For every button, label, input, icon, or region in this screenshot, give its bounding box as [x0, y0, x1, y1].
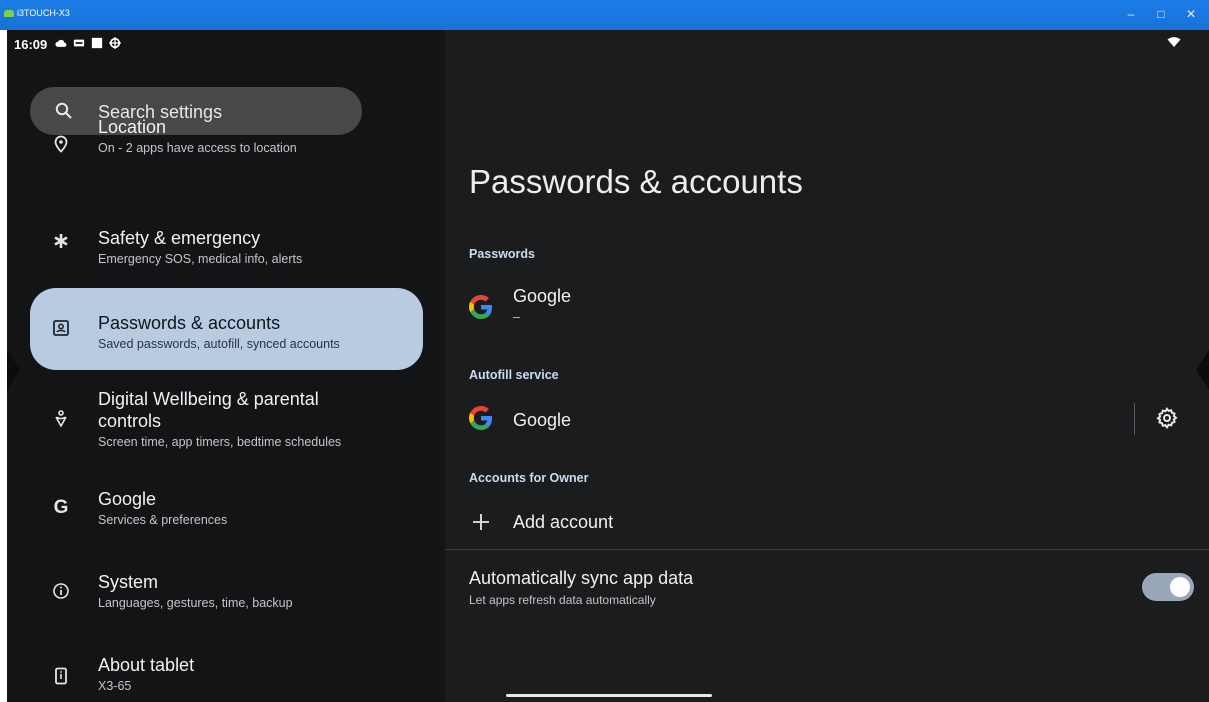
sidebar-item-subtitle: Languages, gestures, time, backup: [98, 596, 293, 610]
android-logo-icon: [4, 9, 14, 17]
close-button[interactable]: ✕: [1180, 6, 1202, 22]
sidebar-item-title: Passwords & accounts: [98, 313, 281, 333]
sidebar-item-subtitle: Saved passwords, autofill, synced accoun…: [98, 337, 340, 351]
sidebar-item-title: Google: [98, 489, 157, 509]
sidebar-item-system[interactable]: System Languages, gestures, time, backup: [30, 553, 423, 635]
sidebar-item-title: Safety & emergency: [98, 228, 261, 248]
password-manager-subtitle: –: [513, 310, 520, 324]
settings-gear-icon: [109, 37, 121, 49]
cloud-icon: [55, 39, 67, 47]
add-account-label: Add account: [513, 512, 614, 532]
sidebar-item-subtitle: X3-65: [98, 679, 132, 693]
asterisk-icon: [51, 231, 71, 251]
account-box-icon: [51, 318, 71, 338]
sidebar-item-subtitle: On - 2 apps have access to location: [98, 141, 297, 155]
autofill-service-title: Google: [513, 410, 572, 430]
square-icon: [91, 37, 103, 49]
auto-sync-row[interactable]: Automatically sync app data Let apps ref…: [445, 557, 1209, 617]
sidebar-item-about-tablet[interactable]: About tablet X3-65: [30, 636, 423, 702]
auto-sync-subtitle: Let apps refresh data automatically: [469, 593, 656, 607]
maximize-button[interactable]: □: [1150, 6, 1172, 22]
window-titlebar[interactable]: i3TOUCH-X3 – □ ✕: [0, 0, 1209, 30]
sidebar-item-google[interactable]: G Google Services & preferences: [30, 470, 423, 552]
auto-sync-toggle[interactable]: [1142, 573, 1194, 601]
autofill-service-google[interactable]: Google: [445, 395, 1130, 445]
section-passwords: Passwords: [469, 247, 536, 261]
wifi-icon: [1167, 37, 1181, 47]
tablet-icon: [51, 666, 71, 686]
wellbeing-icon: [51, 408, 71, 428]
google-g-icon: G: [53, 497, 69, 518]
sidebar-item-title: System: [98, 572, 159, 592]
settings-sidebar: Search settings Location On - 2 apps hav…: [7, 58, 445, 702]
section-divider: [445, 549, 1209, 550]
section-autofill: Autofill service: [469, 368, 559, 382]
page-title: Passwords & accounts: [469, 163, 803, 200]
autofill-settings-button[interactable]: [1155, 406, 1181, 432]
google-logo-icon: [469, 295, 493, 319]
sidebar-item-passwords-accounts[interactable]: Passwords & accounts Saved passwords, au…: [30, 288, 423, 370]
location-pin-icon: [51, 134, 71, 154]
toggle-knob: [1170, 577, 1190, 597]
sidebar-item-location[interactable]: Location On - 2 apps have access to loca…: [30, 116, 423, 188]
password-manager-title: Google: [513, 286, 572, 306]
sidebar-item-title: Digital Wellbeing & parental: [98, 389, 319, 409]
sidebar-item-safety[interactable]: Safety & emergency Emergency SOS, medica…: [30, 203, 423, 285]
section-accounts: Accounts for Owner: [469, 471, 589, 485]
info-icon: [51, 581, 71, 601]
sidebar-item-title-line2: controls: [98, 411, 162, 431]
window-app-label: i3TOUCH-X3: [4, 8, 70, 18]
device-screen: Passwords & accounts Passwords Google – …: [7, 30, 1209, 702]
auto-sync-title: Automatically sync app data: [469, 568, 694, 588]
plus-icon: [473, 514, 489, 530]
emulator-window: i3TOUCH-X3 – □ ✕ Passwords & accounts Pa…: [0, 0, 1209, 702]
password-manager-google[interactable]: Google –: [445, 273, 1209, 343]
window-title: i3TOUCH-X3: [17, 8, 70, 18]
sidebar-item-title: About tablet: [98, 655, 195, 675]
sidebar-item-subtitle: Emergency SOS, medical info, alerts: [98, 252, 303, 266]
sidebar-item-digital-wellbeing[interactable]: Digital Wellbeing & parental controls Sc…: [30, 376, 423, 468]
sidebar-item-subtitle: Screen time, app timers, bedtime schedul…: [98, 435, 342, 449]
google-logo-icon: [469, 406, 493, 430]
gear-icon: [1156, 407, 1178, 429]
sidebar-item-title: Location: [98, 117, 167, 137]
home-gesture-bar[interactable]: [506, 694, 712, 697]
autofill-divider: [1134, 403, 1135, 435]
add-account-button[interactable]: Add account: [445, 500, 1209, 546]
minimize-button[interactable]: –: [1120, 6, 1142, 22]
sidebar-item-subtitle: Services & preferences: [98, 513, 228, 527]
status-time: 16:09: [14, 37, 48, 52]
status-bar: 16:09: [7, 30, 1209, 58]
detail-pane: Passwords & accounts Passwords Google – …: [445, 30, 1209, 702]
dvr-icon: [73, 39, 85, 47]
